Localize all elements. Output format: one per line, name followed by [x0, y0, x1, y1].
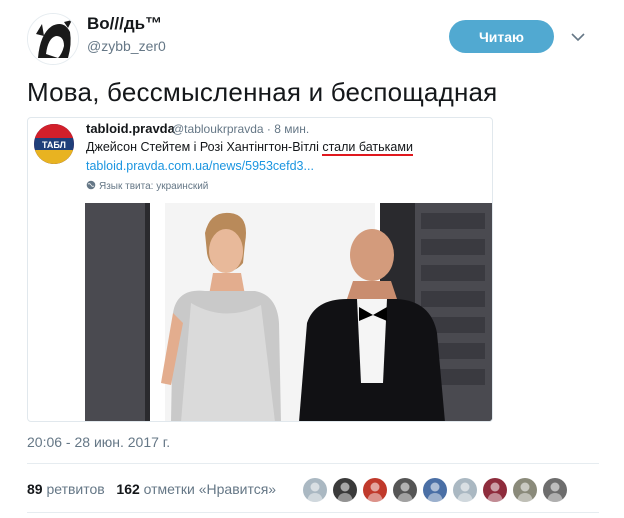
likes-stat[interactable]: 162 отметки «Нравится» [116, 481, 276, 497]
author-handle[interactable]: @zybb_zer0 [87, 38, 166, 54]
liker-avatar[interactable] [363, 478, 387, 502]
quoted-tweet-text: Джейсон Стейтем і Розі Хантінгтон-Вітлі … [86, 140, 413, 156]
quoted-tweet-highlight: стали батьками [322, 140, 413, 156]
retweets-count: 89 [27, 481, 43, 497]
divider [27, 463, 599, 464]
likers-avatars [303, 478, 567, 502]
quoted-tweet-photo[interactable] [85, 203, 492, 421]
liker-avatar[interactable] [543, 478, 567, 502]
language-note-text: Язык твита: украинский [99, 181, 209, 192]
likes-count: 162 [116, 481, 140, 497]
tweet-timestamp[interactable]: 20:06 - 28 июн. 2017 г. [27, 434, 170, 450]
likes-label: отметки «Нравится» [143, 481, 277, 497]
quoted-tweet-card[interactable]: ТАБЛ tabloid.pravda @tabloukrpravda · 8 … [27, 117, 493, 422]
quoted-tweet-link[interactable]: tabloid.pravda.com.ua/news/5953cefd3... [86, 159, 314, 173]
divider [27, 512, 599, 513]
author-display-name[interactable]: Во///дь™ [87, 14, 162, 34]
retweets-label: ретвитов [46, 481, 105, 497]
quoted-tweet-text-part: Джейсон Стейтем і Розі Хантінгтон-Вітлі [86, 140, 323, 154]
language-note: Язык твита: украинский [86, 180, 208, 193]
chevron-down-icon[interactable] [571, 29, 585, 42]
retweets-stat[interactable]: 89 ретвитов [27, 481, 105, 497]
engagement-stats: 89 ретвитов 162 отметки «Нравится» [27, 481, 276, 497]
liker-avatar[interactable] [423, 478, 447, 502]
tweet-text: Мова, бессмысленная и беспощадная [27, 77, 498, 107]
liker-avatar[interactable] [393, 478, 417, 502]
author-avatar[interactable] [27, 13, 79, 65]
liker-avatar[interactable] [453, 478, 477, 502]
svg-text:ТАБЛ: ТАБЛ [42, 140, 66, 150]
follow-button[interactable]: Читаю [449, 20, 554, 53]
liker-avatar[interactable] [333, 478, 357, 502]
quoted-tweet-avatar: ТАБЛ [34, 124, 74, 164]
quoted-tweet-name: tabloid.pravda [86, 121, 175, 136]
liker-avatar[interactable] [483, 478, 507, 502]
globe-icon [86, 180, 96, 193]
liker-avatar[interactable] [513, 478, 537, 502]
quoted-tweet-handle-time: @tabloukrpravda · 8 мин. [172, 122, 310, 136]
liker-avatar[interactable] [303, 478, 327, 502]
